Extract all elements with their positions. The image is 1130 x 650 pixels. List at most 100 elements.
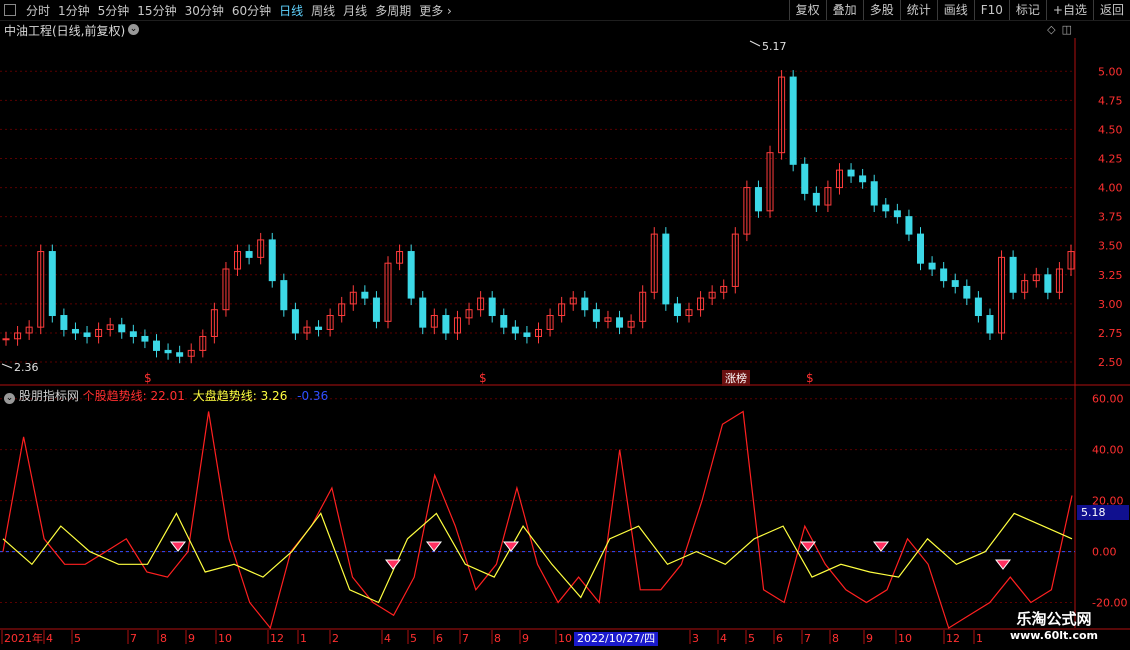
time-label-17: 3 <box>692 632 699 645</box>
candle-body-41 <box>477 297 485 311</box>
time-label-14: 8 <box>494 632 501 645</box>
time-label-23: 9 <box>866 632 873 645</box>
candle-body-24 <box>280 280 288 311</box>
candle-body-60 <box>697 297 705 311</box>
candle-body-62 <box>720 285 728 293</box>
chevron-down-icon[interactable]: ⌄ <box>128 24 139 35</box>
candle-body-68 <box>789 76 797 165</box>
ind-tick-1: 40.00 <box>1092 444 1124 457</box>
candle-body-8 <box>95 328 103 337</box>
time-label-18: 4 <box>720 632 727 645</box>
candle-body-29 <box>338 303 346 317</box>
chevron-down-icon[interactable]: ⌄ <box>4 393 15 404</box>
candle-body-4 <box>48 251 56 317</box>
candle-body-42 <box>488 297 496 317</box>
price-tick-0: 5.00 <box>1098 65 1123 78</box>
candle-body-86 <box>998 256 1006 334</box>
candle-body-34 <box>396 251 404 264</box>
candle-body-73 <box>847 169 855 177</box>
candle-body-70 <box>812 192 820 206</box>
candle-body-74 <box>859 175 867 183</box>
gem-icon-0 <box>169 541 187 552</box>
diamond-icon[interactable]: ◇ <box>1047 23 1055 36</box>
high-pointer <box>749 40 761 47</box>
line3-value: -0.36 <box>297 389 329 403</box>
candle-body-66 <box>766 152 774 212</box>
zhangting-badge: 涨榜 <box>722 370 750 386</box>
candle-body-2 <box>25 326 33 334</box>
candle-body-30 <box>349 291 357 305</box>
candle-body-79 <box>917 233 925 264</box>
period-8[interactable]: 月线 <box>343 2 367 19</box>
time-label-16: 10 <box>558 632 572 645</box>
ind-tick-0: 60.00 <box>1092 393 1124 406</box>
candle-body-11 <box>129 331 137 337</box>
candle-body-55 <box>639 291 647 322</box>
candle-body-33 <box>384 262 392 322</box>
candle-body-32 <box>372 297 380 322</box>
period-6[interactable]: 日线 <box>279 2 303 19</box>
dollar-marker-1: $ <box>479 371 487 385</box>
period-9[interactable]: 多周期 <box>375 2 411 19</box>
toolbar-button-8[interactable]: 返回 <box>1092 0 1130 20</box>
candle-body-18 <box>210 309 218 337</box>
candle-body-57 <box>662 233 670 305</box>
period-4[interactable]: 30分钟 <box>185 2 224 19</box>
candle-body-54 <box>627 320 635 328</box>
candle-body-13 <box>152 340 160 351</box>
candle-body-89 <box>1032 274 1040 282</box>
candle-body-71 <box>824 187 832 206</box>
grid-icon[interactable] <box>4 4 16 16</box>
candle-body-69 <box>801 163 809 194</box>
time-label-6: 10 <box>218 632 232 645</box>
time-label-5: 9 <box>188 632 195 645</box>
period-0[interactable]: 分时 <box>26 2 50 19</box>
candle-body-28 <box>326 315 334 330</box>
toolbar-button-1[interactable]: 叠加 <box>825 0 863 20</box>
line2-value: 3.26 <box>260 389 288 403</box>
toolbar-button-0[interactable]: 复权 <box>788 0 826 20</box>
toolbar-button-2[interactable]: 多股 <box>862 0 900 20</box>
time-label-11: 5 <box>410 632 417 645</box>
candle-body-76 <box>882 204 890 212</box>
candle-body-21 <box>245 251 253 258</box>
candle-body-90 <box>1044 274 1052 293</box>
candle-body-51 <box>592 309 600 322</box>
panel-toggle-icon[interactable]: ◫ <box>1062 23 1072 36</box>
period-3[interactable]: 15分钟 <box>137 2 176 19</box>
price-tick-4: 4.00 <box>1098 182 1123 195</box>
time-label-2: 5 <box>74 632 81 645</box>
toolbar-button-4[interactable]: 画线 <box>936 0 974 20</box>
gem-icon-3 <box>502 541 520 552</box>
price-tick-3: 4.25 <box>1098 152 1123 165</box>
period-5[interactable]: 60分钟 <box>232 2 271 19</box>
line2-label: 大盘趋势线: <box>192 389 257 403</box>
time-label-22: 8 <box>832 632 839 645</box>
candle-body-3 <box>37 251 45 328</box>
stock-title: 中油工程(日线,前复权) <box>4 24 126 38</box>
period-2[interactable]: 5分钟 <box>98 2 130 19</box>
candle-body-81 <box>940 268 948 282</box>
toolbar-button-3[interactable]: 统计 <box>899 0 937 20</box>
candle-body-36 <box>419 297 427 328</box>
candle-body-35 <box>407 251 415 299</box>
toolbar-button-5[interactable]: F10 <box>973 0 1009 20</box>
time-label-15: 9 <box>522 632 529 645</box>
period-10[interactable]: 更多 › <box>419 2 452 19</box>
period-7[interactable]: 周线 <box>311 2 335 19</box>
price-tick-6: 3.50 <box>1098 240 1123 253</box>
price-tick-10: 2.50 <box>1098 356 1123 369</box>
period-1[interactable]: 1分钟 <box>58 2 90 19</box>
chart-corner-icons: ◇ ◫ <box>1041 23 1072 36</box>
time-label-13: 7 <box>462 632 469 645</box>
candle-body-87 <box>1009 256 1017 293</box>
candle-body-80 <box>928 262 936 270</box>
time-label-0: 2021年 <box>4 631 43 645</box>
toolbar-button-6[interactable]: 标记 <box>1008 0 1046 20</box>
line1-label: 个股趋势线: <box>82 389 147 403</box>
candle-body-53 <box>616 317 624 328</box>
price-tick-5: 3.75 <box>1098 211 1123 224</box>
candle-body-91 <box>1055 268 1063 293</box>
toolbar-button-7[interactable]: +自选 <box>1045 0 1093 20</box>
top-toolbar: 分时 1分钟 5分钟 15分钟 30分钟 60分钟 日线 周线 月线 多周期 更多 › 复权 叠加 多股… <box>0 0 1130 21</box>
